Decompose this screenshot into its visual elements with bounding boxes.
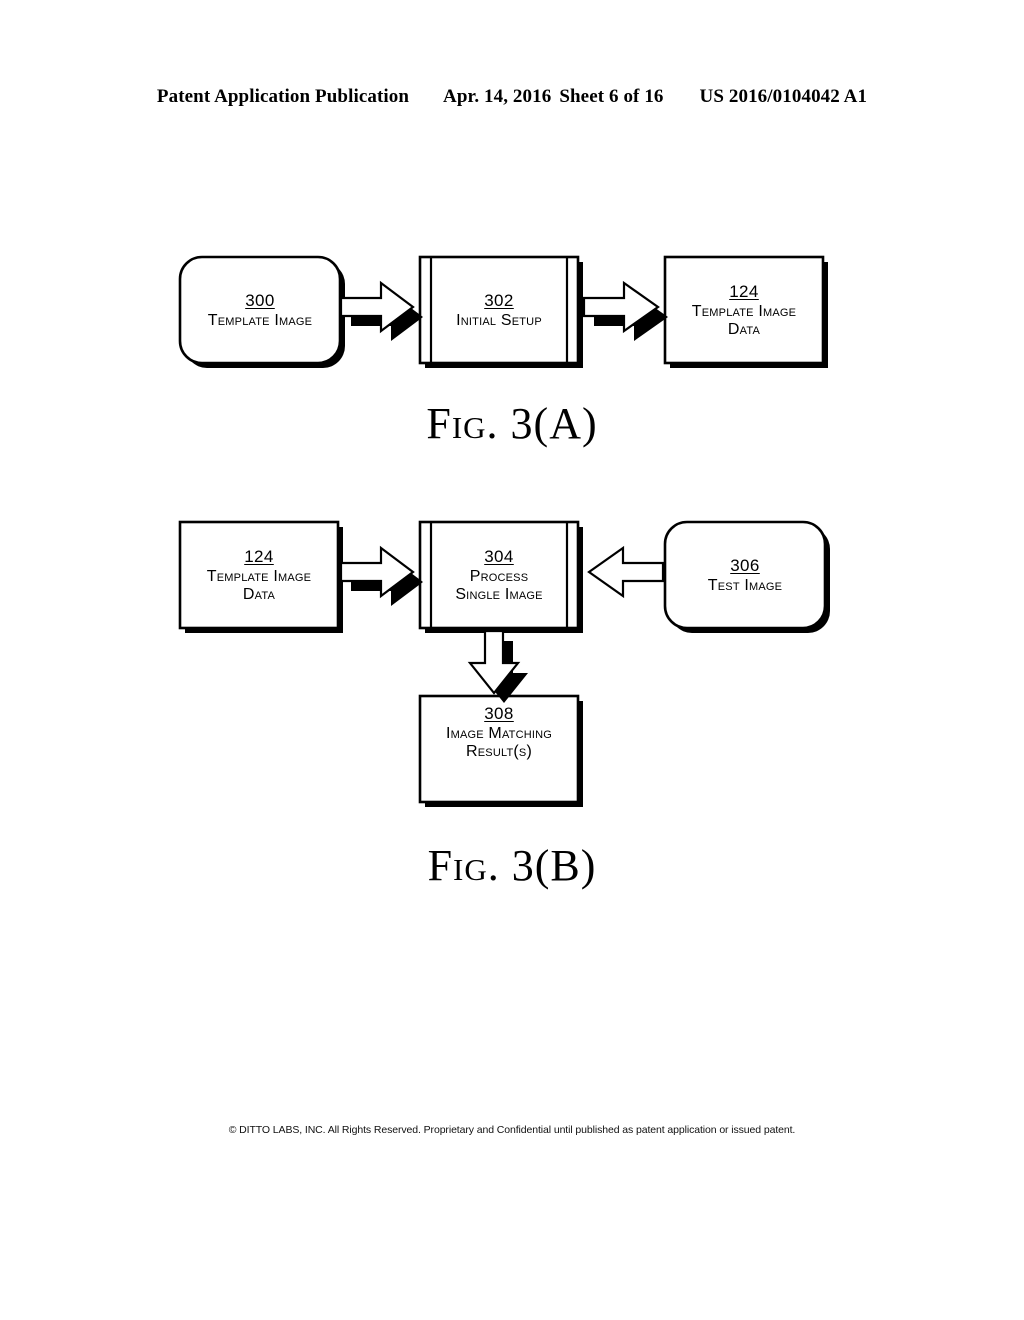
arrow-302-to-124 [582,280,668,341]
node-302 [418,255,583,368]
figure-caption-3b: Fig. 3(B) [427,841,597,890]
figure-caption-3a: Fig. 3(A) [426,399,598,448]
arrow-300-to-302 [339,280,423,341]
node-124-a [663,255,828,368]
node-124-b [178,520,343,633]
node-306 [663,520,830,633]
node-308 [418,694,583,807]
figure-area: 300 Template Image 302 Initial Setup 124… [0,0,1024,1320]
node-300 [178,255,345,368]
arrow-304-to-308 [467,629,528,703]
arrow-124-to-304 [339,545,423,606]
arrow-306-to-304 [587,545,665,599]
figure-drawing [178,255,830,807]
copyright-footer: © DITTO LABS, INC. All Rights Reserved. … [228,1124,796,1136]
node-304 [418,520,583,633]
